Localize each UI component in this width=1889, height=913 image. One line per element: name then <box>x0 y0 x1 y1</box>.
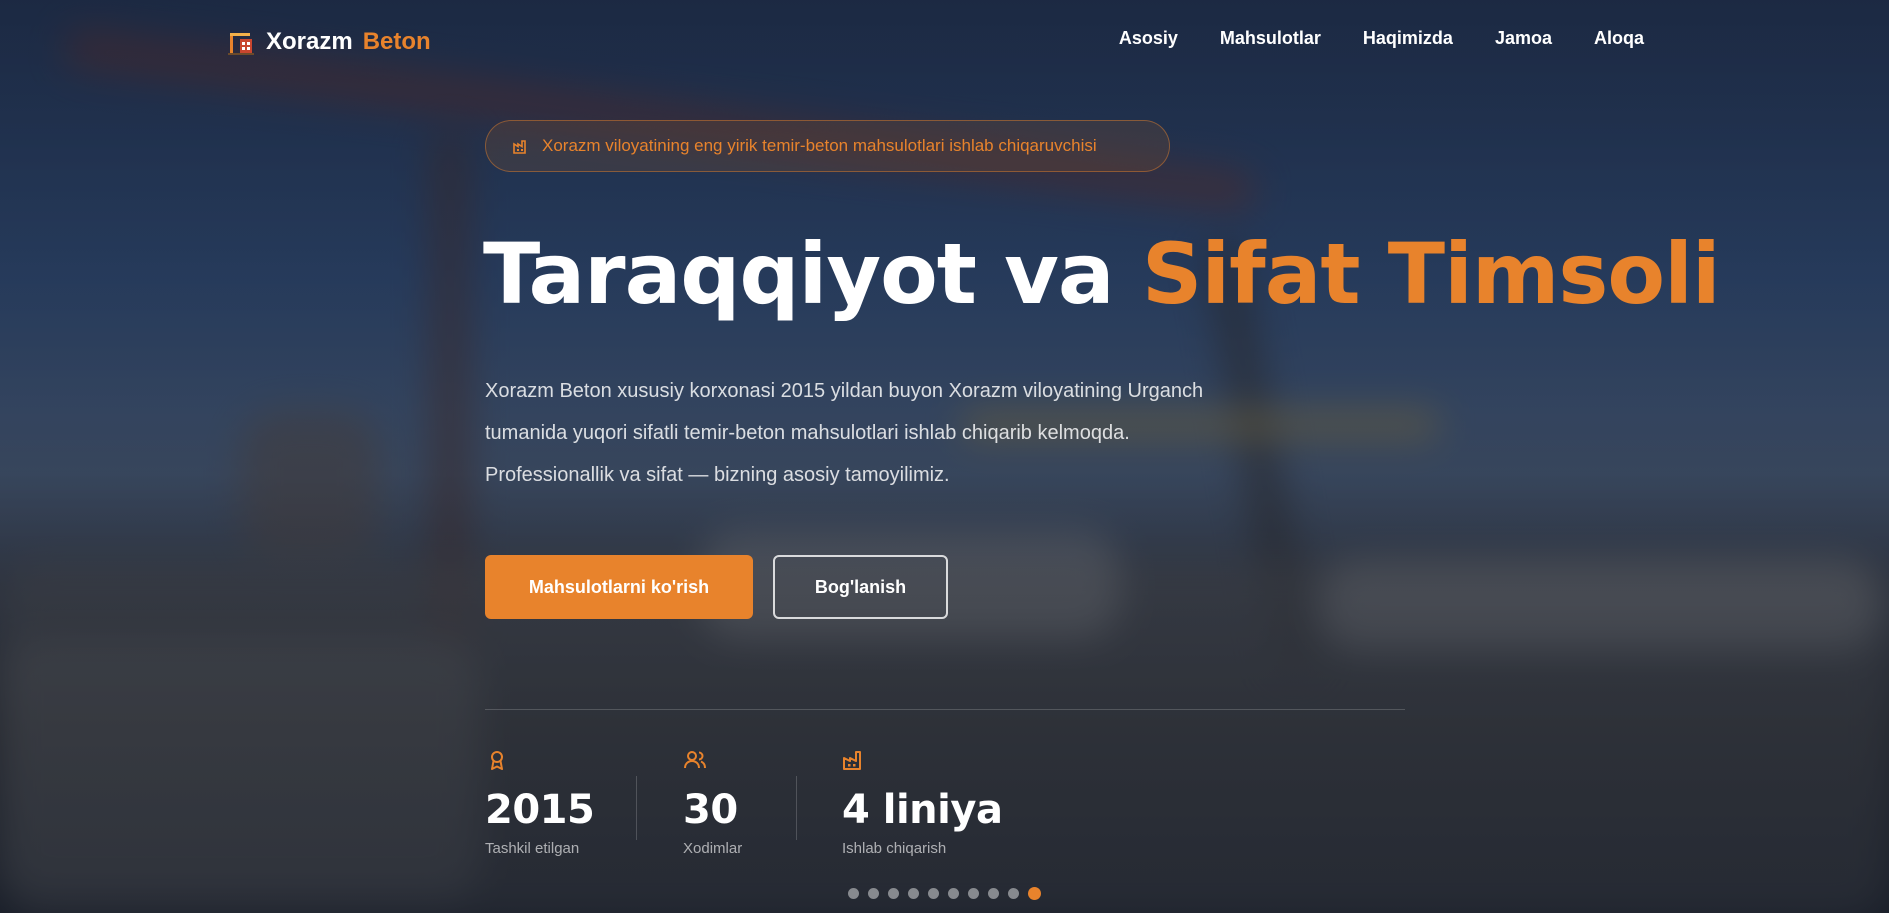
nav-item-asosiy[interactable]: Asosiy <box>1119 28 1178 49</box>
carousel-dot[interactable] <box>888 888 899 899</box>
stats-divider <box>485 709 1405 710</box>
stat-separator <box>636 776 637 840</box>
nav-item-haqimizda[interactable]: Haqimizda <box>1363 28 1453 49</box>
hero-title-accent: Sifat Timsoli <box>1141 225 1721 323</box>
stat-founded: 2015 Tashkil etilgan <box>485 748 595 857</box>
stat-label: Ishlab chiqarish <box>842 840 947 857</box>
crane-building-icon <box>228 33 254 55</box>
hero-description: Xorazm Beton xususiy korxonasi 2015 yild… <box>485 380 1204 486</box>
stat-label: Xodimlar <box>683 840 743 857</box>
stat-separator <box>796 776 797 840</box>
factory-icon <box>843 751 861 770</box>
hero-title-main: Taraqqiyot va <box>483 225 1115 323</box>
contact-button[interactable]: Bog'lanish <box>773 555 948 619</box>
stat-label: Tashkil etilgan <box>485 840 580 857</box>
hero-title: Taraqqiyot va Sifat Timsoli <box>483 225 1721 323</box>
carousel-dots <box>848 887 1041 900</box>
nav-item-jamoa[interactable]: Jamoa <box>1495 28 1552 49</box>
main-menu: Asosiy Mahsulotlar Haqimizda Jamoa Aloqa <box>1119 28 1644 49</box>
carousel-dot[interactable] <box>968 888 979 899</box>
carousel-dot[interactable] <box>868 888 879 899</box>
factory-icon <box>513 140 526 154</box>
carousel-dot[interactable] <box>988 888 999 899</box>
carousel-dot[interactable] <box>1008 888 1019 899</box>
carousel-dot[interactable] <box>848 888 859 899</box>
users-icon <box>684 751 706 769</box>
award-icon <box>491 751 503 770</box>
top-navigation: Xorazm Beton Asosiy Mahsulotlar Haqimizd… <box>0 0 1889 84</box>
stat-employees: 30 Xodimlar <box>683 748 742 857</box>
stat-value: 30 <box>683 787 738 833</box>
view-products-button[interactable]: Mahsulotlarni ko'rish <box>485 555 753 619</box>
brand-name: Xorazm <box>266 28 353 55</box>
badge-text: Xorazm viloyatining eng yirik temir-beto… <box>542 136 1097 155</box>
stat-value: 2015 <box>485 787 595 833</box>
brand-logo[interactable]: Xorazm Beton <box>226 26 431 58</box>
nav-item-mahsulotlar[interactable]: Mahsulotlar <box>1220 28 1321 49</box>
brand-accent: Beton <box>362 28 431 55</box>
stat-production: 4 liniya Ishlab chiqarish <box>842 748 1003 857</box>
stat-value: 4 liniya <box>842 787 1003 833</box>
nav-item-aloqa[interactable]: Aloqa <box>1594 28 1644 49</box>
carousel-dot[interactable] <box>928 888 939 899</box>
carousel-dot[interactable] <box>1028 887 1041 900</box>
hero-badge: Xorazm viloyatining eng yirik temir-beto… <box>485 120 1170 172</box>
carousel-dot[interactable] <box>948 888 959 899</box>
carousel-dot[interactable] <box>908 888 919 899</box>
